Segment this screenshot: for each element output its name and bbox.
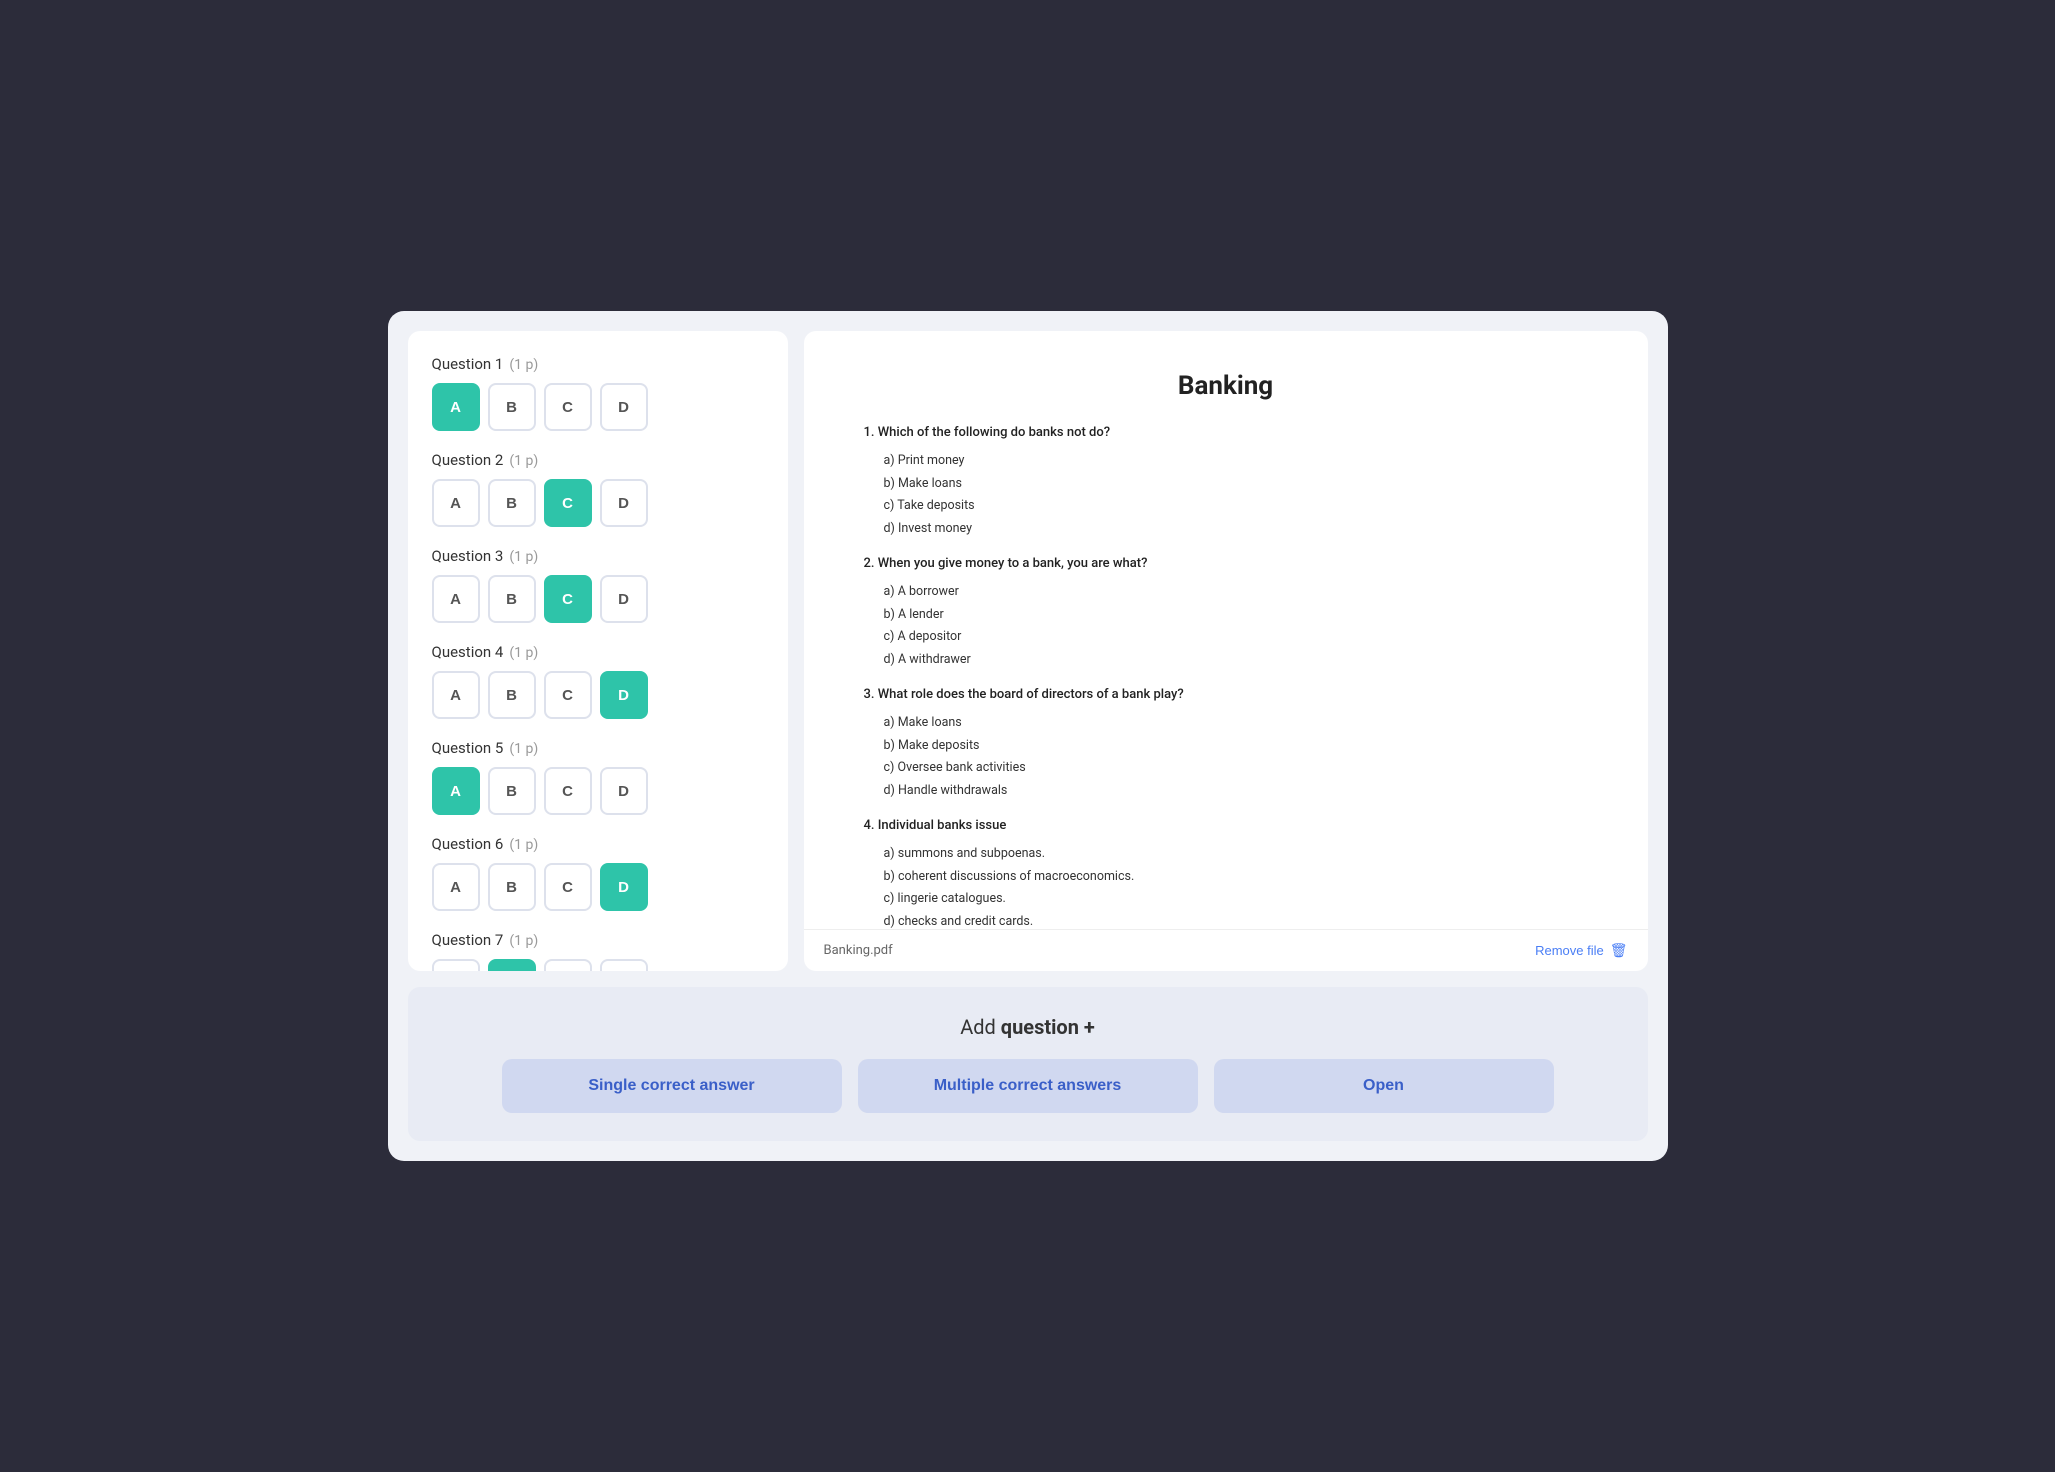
- questions-panel: Question 1(1 p)ABCDQuestion 2(1 p)ABCDQu…: [408, 331, 788, 971]
- pdf-option-4-1: a) summons and subpoenas.: [884, 843, 1588, 866]
- answer-btn-1-C[interactable]: C: [544, 383, 592, 431]
- answer-btn-3-A[interactable]: A: [432, 575, 480, 623]
- answer-btn-3-C[interactable]: C: [544, 575, 592, 623]
- pdf-filename: Banking.pdf: [824, 943, 893, 958]
- trash-icon: 🗑: [1610, 942, 1628, 959]
- answer-btn-2-D[interactable]: D: [600, 479, 648, 527]
- pdf-option-1-3: c) Take deposits: [884, 495, 1588, 518]
- pdf-option-4-3: c) lingerie catalogues.: [884, 888, 1588, 911]
- pdf-option-2-2: b) A lender: [884, 604, 1588, 627]
- pdf-options-2: a) A borrowerb) A lenderc) A depositord)…: [864, 581, 1588, 671]
- answer-btn-5-A[interactable]: A: [432, 767, 480, 815]
- pdf-option-3-1: a) Make loans: [884, 712, 1588, 735]
- answer-buttons-2: ABCD: [432, 479, 764, 527]
- pdf-panel: Banking 1. Which of the following do ban…: [804, 331, 1648, 971]
- pdf-option-4-4: d) checks and credit cards.: [884, 911, 1588, 930]
- answer-btn-4-D[interactable]: D: [600, 671, 648, 719]
- question-row: Question 3(1 p) ABCD: [432, 547, 764, 623]
- question-row: Question 7(1 p) ABCD: [432, 931, 764, 971]
- question-label-1: Question 1(1 p): [432, 355, 764, 373]
- answer-buttons-1: ABCD: [432, 383, 764, 431]
- answer-buttons-4: ABCD: [432, 671, 764, 719]
- pdf-question-1: 1. Which of the following do banks not d…: [864, 425, 1588, 540]
- question-label-6: Question 6(1 p): [432, 835, 764, 853]
- question-row: Question 6(1 p) ABCD: [432, 835, 764, 911]
- answer-btn-7-D[interactable]: D: [600, 959, 648, 971]
- question-type-buttons: Single correct answer Multiple correct an…: [432, 1059, 1624, 1113]
- remove-file-button[interactable]: Remove file 🗑: [1535, 942, 1627, 959]
- answer-btn-5-C[interactable]: C: [544, 767, 592, 815]
- answer-buttons-6: ABCD: [432, 863, 764, 911]
- main-container: Question 1(1 p)ABCDQuestion 2(1 p)ABCDQu…: [388, 311, 1668, 1161]
- answer-buttons-7: ABCD: [432, 959, 764, 971]
- answer-btn-5-D[interactable]: D: [600, 767, 648, 815]
- question-type-btn-2[interactable]: Open: [1214, 1059, 1554, 1113]
- pdf-question-text-1: 1. Which of the following do banks not d…: [864, 425, 1588, 440]
- answer-btn-1-A[interactable]: A: [432, 383, 480, 431]
- answer-btn-7-C[interactable]: C: [544, 959, 592, 971]
- pdf-options-3: a) Make loansb) Make depositsc) Oversee …: [864, 712, 1588, 802]
- pdf-footer: Banking.pdf Remove file 🗑: [804, 929, 1648, 971]
- pdf-option-1-1: a) Print money: [884, 450, 1588, 473]
- main-content-area: Question 1(1 p)ABCDQuestion 2(1 p)ABCDQu…: [408, 331, 1648, 971]
- question-type-btn-0[interactable]: Single correct answer: [502, 1059, 842, 1113]
- pdf-option-3-3: c) Oversee bank activities: [884, 757, 1588, 780]
- add-question-label: Add question +: [432, 1015, 1624, 1039]
- answer-btn-1-D[interactable]: D: [600, 383, 648, 431]
- pdf-option-3-4: d) Handle withdrawals: [884, 780, 1588, 803]
- pdf-question-text-3: 3. What role does the board of directors…: [864, 687, 1588, 702]
- answer-buttons-3: ABCD: [432, 575, 764, 623]
- question-label-7: Question 7(1 p): [432, 931, 764, 949]
- pdf-title: Banking: [864, 371, 1588, 401]
- remove-file-label: Remove file: [1535, 943, 1604, 958]
- question-label-3: Question 3(1 p): [432, 547, 764, 565]
- pdf-option-4-2: b) coherent discussions of macroeconomic…: [884, 866, 1588, 889]
- answer-buttons-5: ABCD: [432, 767, 764, 815]
- question-label-5: Question 5(1 p): [432, 739, 764, 757]
- answer-btn-2-C[interactable]: C: [544, 479, 592, 527]
- question-row: Question 5(1 p) ABCD: [432, 739, 764, 815]
- pdf-option-1-2: b) Make loans: [884, 473, 1588, 496]
- question-row: Question 1(1 p) ABCD: [432, 355, 764, 431]
- answer-btn-7-B[interactable]: B: [488, 959, 536, 971]
- question-row: Question 4(1 p) ABCD: [432, 643, 764, 719]
- pdf-options-4: a) summons and subpoenas.b) coherent dis…: [864, 843, 1588, 929]
- answer-btn-2-A[interactable]: A: [432, 479, 480, 527]
- answer-btn-3-B[interactable]: B: [488, 575, 536, 623]
- question-row: Question 2(1 p) ABCD: [432, 451, 764, 527]
- answer-btn-4-A[interactable]: A: [432, 671, 480, 719]
- question-type-btn-1[interactable]: Multiple correct answers: [858, 1059, 1198, 1113]
- question-label-2: Question 2(1 p): [432, 451, 764, 469]
- answer-btn-7-A[interactable]: A: [432, 959, 480, 971]
- pdf-question-4: 4. Individual banks issue a) summons and …: [864, 818, 1588, 929]
- answer-btn-5-B[interactable]: B: [488, 767, 536, 815]
- answer-btn-4-B[interactable]: B: [488, 671, 536, 719]
- answer-btn-3-D[interactable]: D: [600, 575, 648, 623]
- pdf-question-3: 3. What role does the board of directors…: [864, 687, 1588, 802]
- pdf-question-text-4: 4. Individual banks issue: [864, 818, 1588, 833]
- bottom-panel: Add question + Single correct answer Mult…: [408, 987, 1648, 1141]
- pdf-question-text-2: 2. When you give money to a bank, you ar…: [864, 556, 1588, 571]
- pdf-option-2-1: a) A borrower: [884, 581, 1588, 604]
- pdf-option-2-3: c) A depositor: [884, 626, 1588, 649]
- pdf-option-3-2: b) Make deposits: [884, 735, 1588, 758]
- pdf-question-2: 2. When you give money to a bank, you ar…: [864, 556, 1588, 671]
- answer-btn-6-D[interactable]: D: [600, 863, 648, 911]
- pdf-option-1-4: d) Invest money: [884, 518, 1588, 541]
- answer-btn-6-A[interactable]: A: [432, 863, 480, 911]
- answer-btn-6-B[interactable]: B: [488, 863, 536, 911]
- answer-btn-6-C[interactable]: C: [544, 863, 592, 911]
- answer-btn-4-C[interactable]: C: [544, 671, 592, 719]
- question-label-4: Question 4(1 p): [432, 643, 764, 661]
- answer-btn-1-B[interactable]: B: [488, 383, 536, 431]
- answer-btn-2-B[interactable]: B: [488, 479, 536, 527]
- pdf-options-1: a) Print moneyb) Make loansc) Take depos…: [864, 450, 1588, 540]
- pdf-content-area: Banking 1. Which of the following do ban…: [804, 331, 1648, 929]
- pdf-option-2-4: d) A withdrawer: [884, 649, 1588, 672]
